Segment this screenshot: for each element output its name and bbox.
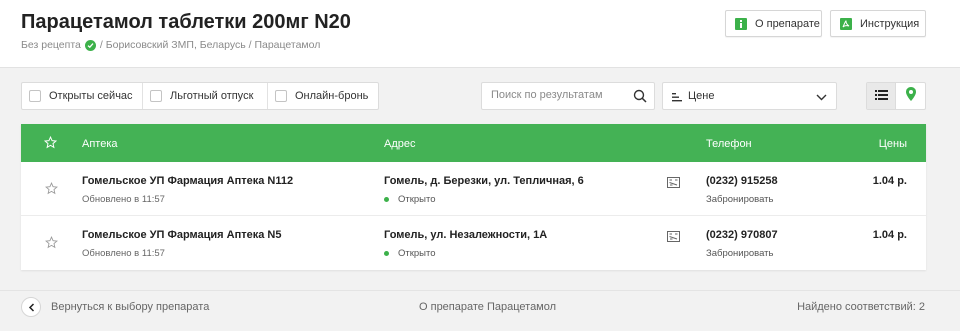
- list-icon: [874, 87, 888, 105]
- sort-selected-value: Цене: [688, 90, 715, 102]
- view-toggle: [866, 82, 926, 110]
- back-to-selection-link[interactable]: Вернуться к выбору препарата: [51, 301, 209, 313]
- table-row[interactable]: Гомельское УП Фармация Аптека N112 Обнов…: [21, 162, 926, 216]
- filter-open-now[interactable]: Открыты сейчас: [22, 83, 143, 109]
- page-header: Парацетамол таблетки 200мг N20 Без рецеп…: [0, 0, 960, 68]
- pharmacy-table: Аптека Адрес Телефон Цены Гомельское УП …: [21, 124, 926, 270]
- pdf-icon: [840, 17, 852, 30]
- check-icon: [84, 39, 96, 51]
- updated-time: Обновлено в 11:57: [82, 194, 165, 205]
- favorite-star-icon[interactable]: [45, 182, 58, 198]
- filter-online-booking[interactable]: Онлайн-бронь: [268, 83, 378, 109]
- search-box: [481, 82, 655, 110]
- price-value: 1.04 р.: [872, 229, 907, 241]
- results-count: Найдено соответствий: 2: [797, 301, 925, 313]
- favorite-star-icon[interactable]: [45, 236, 58, 252]
- online-booking-checkbox[interactable]: [275, 90, 287, 102]
- open-status-label: Открыто: [398, 194, 436, 205]
- chevron-down-icon: [816, 92, 827, 104]
- filter-bar: Открыты сейчас Льготный отпуск Онлайн-бр…: [21, 82, 379, 110]
- price-value: 1.04 р.: [872, 175, 907, 187]
- open-status-label: Открыто: [398, 248, 436, 259]
- instruction-label: Инструкция: [860, 17, 920, 30]
- reserve-link[interactable]: Забронировать: [706, 194, 773, 205]
- map-icon[interactable]: [667, 231, 680, 245]
- about-drug-label: О препарате: [755, 17, 820, 30]
- info-icon: [735, 17, 747, 30]
- status-dot-icon: [384, 251, 389, 256]
- pharmacy-address: Гомель, д. Березки, ул. Тепличная, 6: [384, 175, 584, 187]
- prescription-label: Без рецепта: [21, 39, 81, 51]
- reserve-link[interactable]: Забронировать: [706, 248, 773, 259]
- column-header-price[interactable]: Цены: [879, 138, 907, 150]
- footer-bar: Вернуться к выбору препарата О препарате…: [0, 290, 960, 320]
- search-input[interactable]: [491, 89, 631, 101]
- page-title: Парацетамол таблетки 200мг N20: [21, 11, 351, 33]
- pharmacy-phone[interactable]: (0232) 915258: [706, 175, 778, 187]
- sort-icon: [672, 93, 682, 105]
- map-icon[interactable]: [667, 177, 680, 191]
- preferential-checkbox[interactable]: [150, 90, 162, 102]
- column-header-phone[interactable]: Телефон: [706, 138, 752, 150]
- updated-time: Обновлено в 11:57: [82, 248, 165, 259]
- breadcrumb: Без рецепта / Борисовский ЗМП, Беларусь …: [21, 39, 320, 51]
- pharmacy-phone[interactable]: (0232) 970807: [706, 229, 778, 241]
- table-header: Аптека Адрес Телефон Цены: [21, 124, 926, 162]
- list-view-button[interactable]: [867, 83, 896, 109]
- breadcrumb-path: / Борисовский ЗМП, Беларусь / Парацетамо…: [99, 39, 321, 51]
- instruction-button[interactable]: Инструкция: [830, 10, 926, 37]
- table-row[interactable]: Гомельское УП Фармация Аптека N5 Обновле…: [21, 216, 926, 270]
- pharmacy-name[interactable]: Гомельское УП Фармация Аптека N112: [82, 175, 293, 187]
- about-drug-button[interactable]: О препарате: [725, 10, 822, 37]
- filter-preferential[interactable]: Льготный отпуск: [143, 83, 268, 109]
- sort-select[interactable]: Цене: [662, 82, 837, 110]
- status-dot-icon: [384, 197, 389, 202]
- back-button[interactable]: [21, 297, 41, 317]
- open-status: Открыто: [384, 248, 436, 259]
- search-icon[interactable]: [633, 89, 647, 108]
- online-booking-label: Онлайн-бронь: [295, 90, 369, 102]
- pharmacy-address: Гомель, ул. Незалежности, 1А: [384, 229, 548, 241]
- star-icon[interactable]: [43, 135, 58, 152]
- open-now-checkbox[interactable]: [29, 90, 41, 102]
- about-drug-link[interactable]: О препарате Парацетамол: [419, 301, 556, 313]
- pharmacy-name[interactable]: Гомельское УП Фармация Аптека N5: [82, 229, 281, 241]
- map-view-button[interactable]: [896, 83, 925, 109]
- open-now-label: Открыты сейчас: [49, 90, 133, 102]
- column-header-address[interactable]: Адрес: [384, 138, 416, 150]
- open-status: Открыто: [384, 194, 436, 205]
- column-header-pharmacy[interactable]: Аптека: [82, 138, 118, 150]
- map-pin-icon: [905, 86, 916, 106]
- preferential-label: Льготный отпуск: [170, 90, 254, 102]
